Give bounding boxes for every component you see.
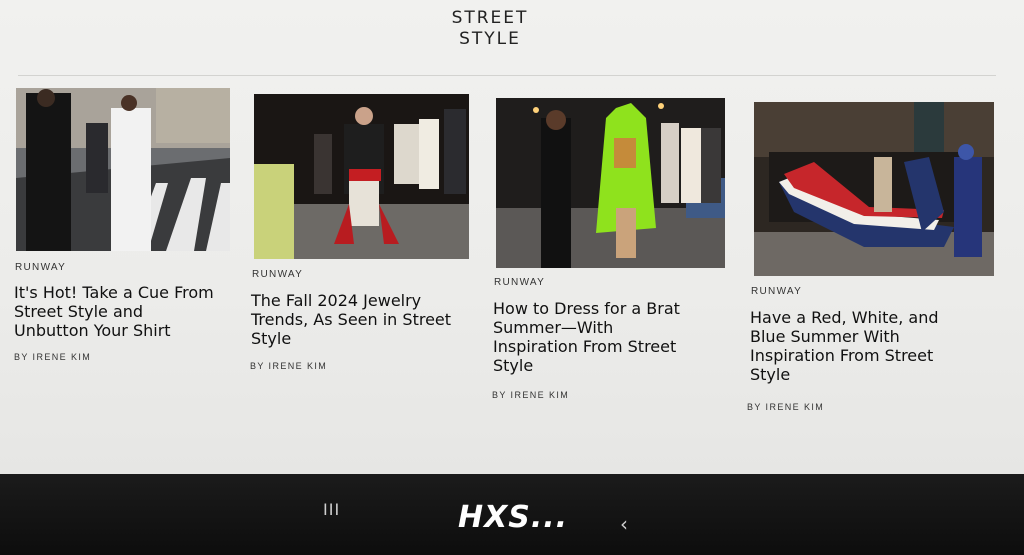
article-title-2[interactable]: The Fall 2024 Jewelry Trends, As Seen in… bbox=[251, 291, 476, 348]
handwritten-watermark: HXS... bbox=[458, 500, 569, 535]
recent-apps-button[interactable]: III bbox=[323, 500, 340, 519]
section-title-line1: STREET bbox=[451, 8, 529, 28]
article-byline-3: BY IRENE KIM bbox=[492, 390, 570, 400]
section-title-line2: STYLE bbox=[459, 29, 521, 49]
article-title-3[interactable]: How to Dress for a Brat Summer—With Insp… bbox=[493, 299, 723, 375]
article-title-1[interactable]: It's Hot! Take a Cue From Street Style a… bbox=[14, 283, 234, 340]
browser-page: STREET STYLE RUNWAY It's Hot! Take a Cue… bbox=[0, 0, 1024, 480]
article-byline-1: BY IRENE KIM bbox=[14, 352, 92, 362]
article-byline-2: BY IRENE KIM bbox=[250, 361, 328, 371]
article-image-2[interactable] bbox=[254, 94, 469, 259]
article-byline-4: BY IRENE KIM bbox=[747, 402, 825, 412]
article-kicker-4[interactable]: RUNWAY bbox=[751, 286, 802, 297]
article-kicker-2[interactable]: RUNWAY bbox=[252, 269, 303, 280]
section-divider bbox=[18, 75, 996, 76]
article-title-4[interactable]: Have a Red, White, and Blue Summer With … bbox=[750, 308, 990, 384]
back-button[interactable]: ‹ bbox=[620, 512, 628, 536]
article-image-4[interactable] bbox=[754, 102, 994, 276]
section-title: STREET STYLE bbox=[0, 8, 980, 50]
article-image-1[interactable] bbox=[16, 88, 230, 251]
article-image-3[interactable] bbox=[496, 98, 725, 268]
article-kicker-1[interactable]: RUNWAY bbox=[15, 262, 66, 273]
article-kicker-3[interactable]: RUNWAY bbox=[494, 277, 545, 288]
